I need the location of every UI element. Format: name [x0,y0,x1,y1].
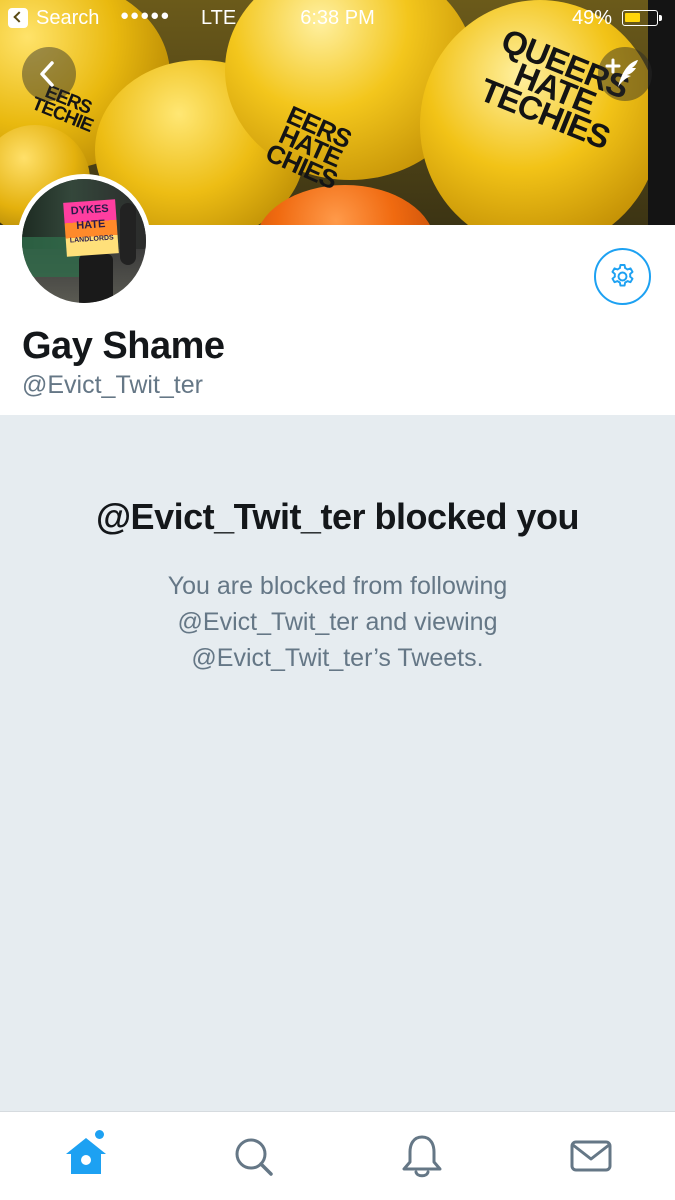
blocked-title: @Evict_Twit_ter blocked you [95,496,580,537]
profile-handle: @Evict_Twit_ter [22,371,203,399]
battery-icon [622,10,662,26]
search-icon [235,1138,273,1176]
gear-icon [611,264,634,287]
back-button[interactable] [22,47,76,101]
tab-messages[interactable] [567,1132,615,1180]
avatar[interactable]: DYKES HATE LANDLORDS [17,174,151,308]
avatar-image: DYKES HATE LANDLORDS [22,179,146,303]
profile-settings-button[interactable] [594,248,651,305]
tab-home[interactable] [62,1130,110,1180]
battery-percent: 49% [572,7,613,29]
profile-display-name: Gay Shame [22,325,225,367]
home-icon [66,1138,106,1174]
bell-icon [402,1135,442,1178]
battery-fill [625,13,640,22]
chevron-left-icon [40,61,54,87]
bottom-tab-bar [0,1111,675,1200]
avatar-person [120,203,136,265]
tab-search[interactable] [229,1132,277,1180]
envelope-icon [570,1140,612,1172]
compose-tweet-icon [605,58,638,87]
compose-tweet-button[interactable] [598,47,652,101]
avatar-person [79,254,113,303]
blocked-message: You are blocked from following @Evict_Tw… [167,572,508,672]
status-bar: Search ●●●●● LTE 6:38 PM 49% [0,0,675,38]
new-content-dot [95,1130,104,1139]
avatar-sign-text: LANDLORDS [69,234,114,245]
tab-notifications[interactable] [398,1132,446,1180]
avatar-protest-sign: DYKES HATE LANDLORDS [63,199,119,257]
